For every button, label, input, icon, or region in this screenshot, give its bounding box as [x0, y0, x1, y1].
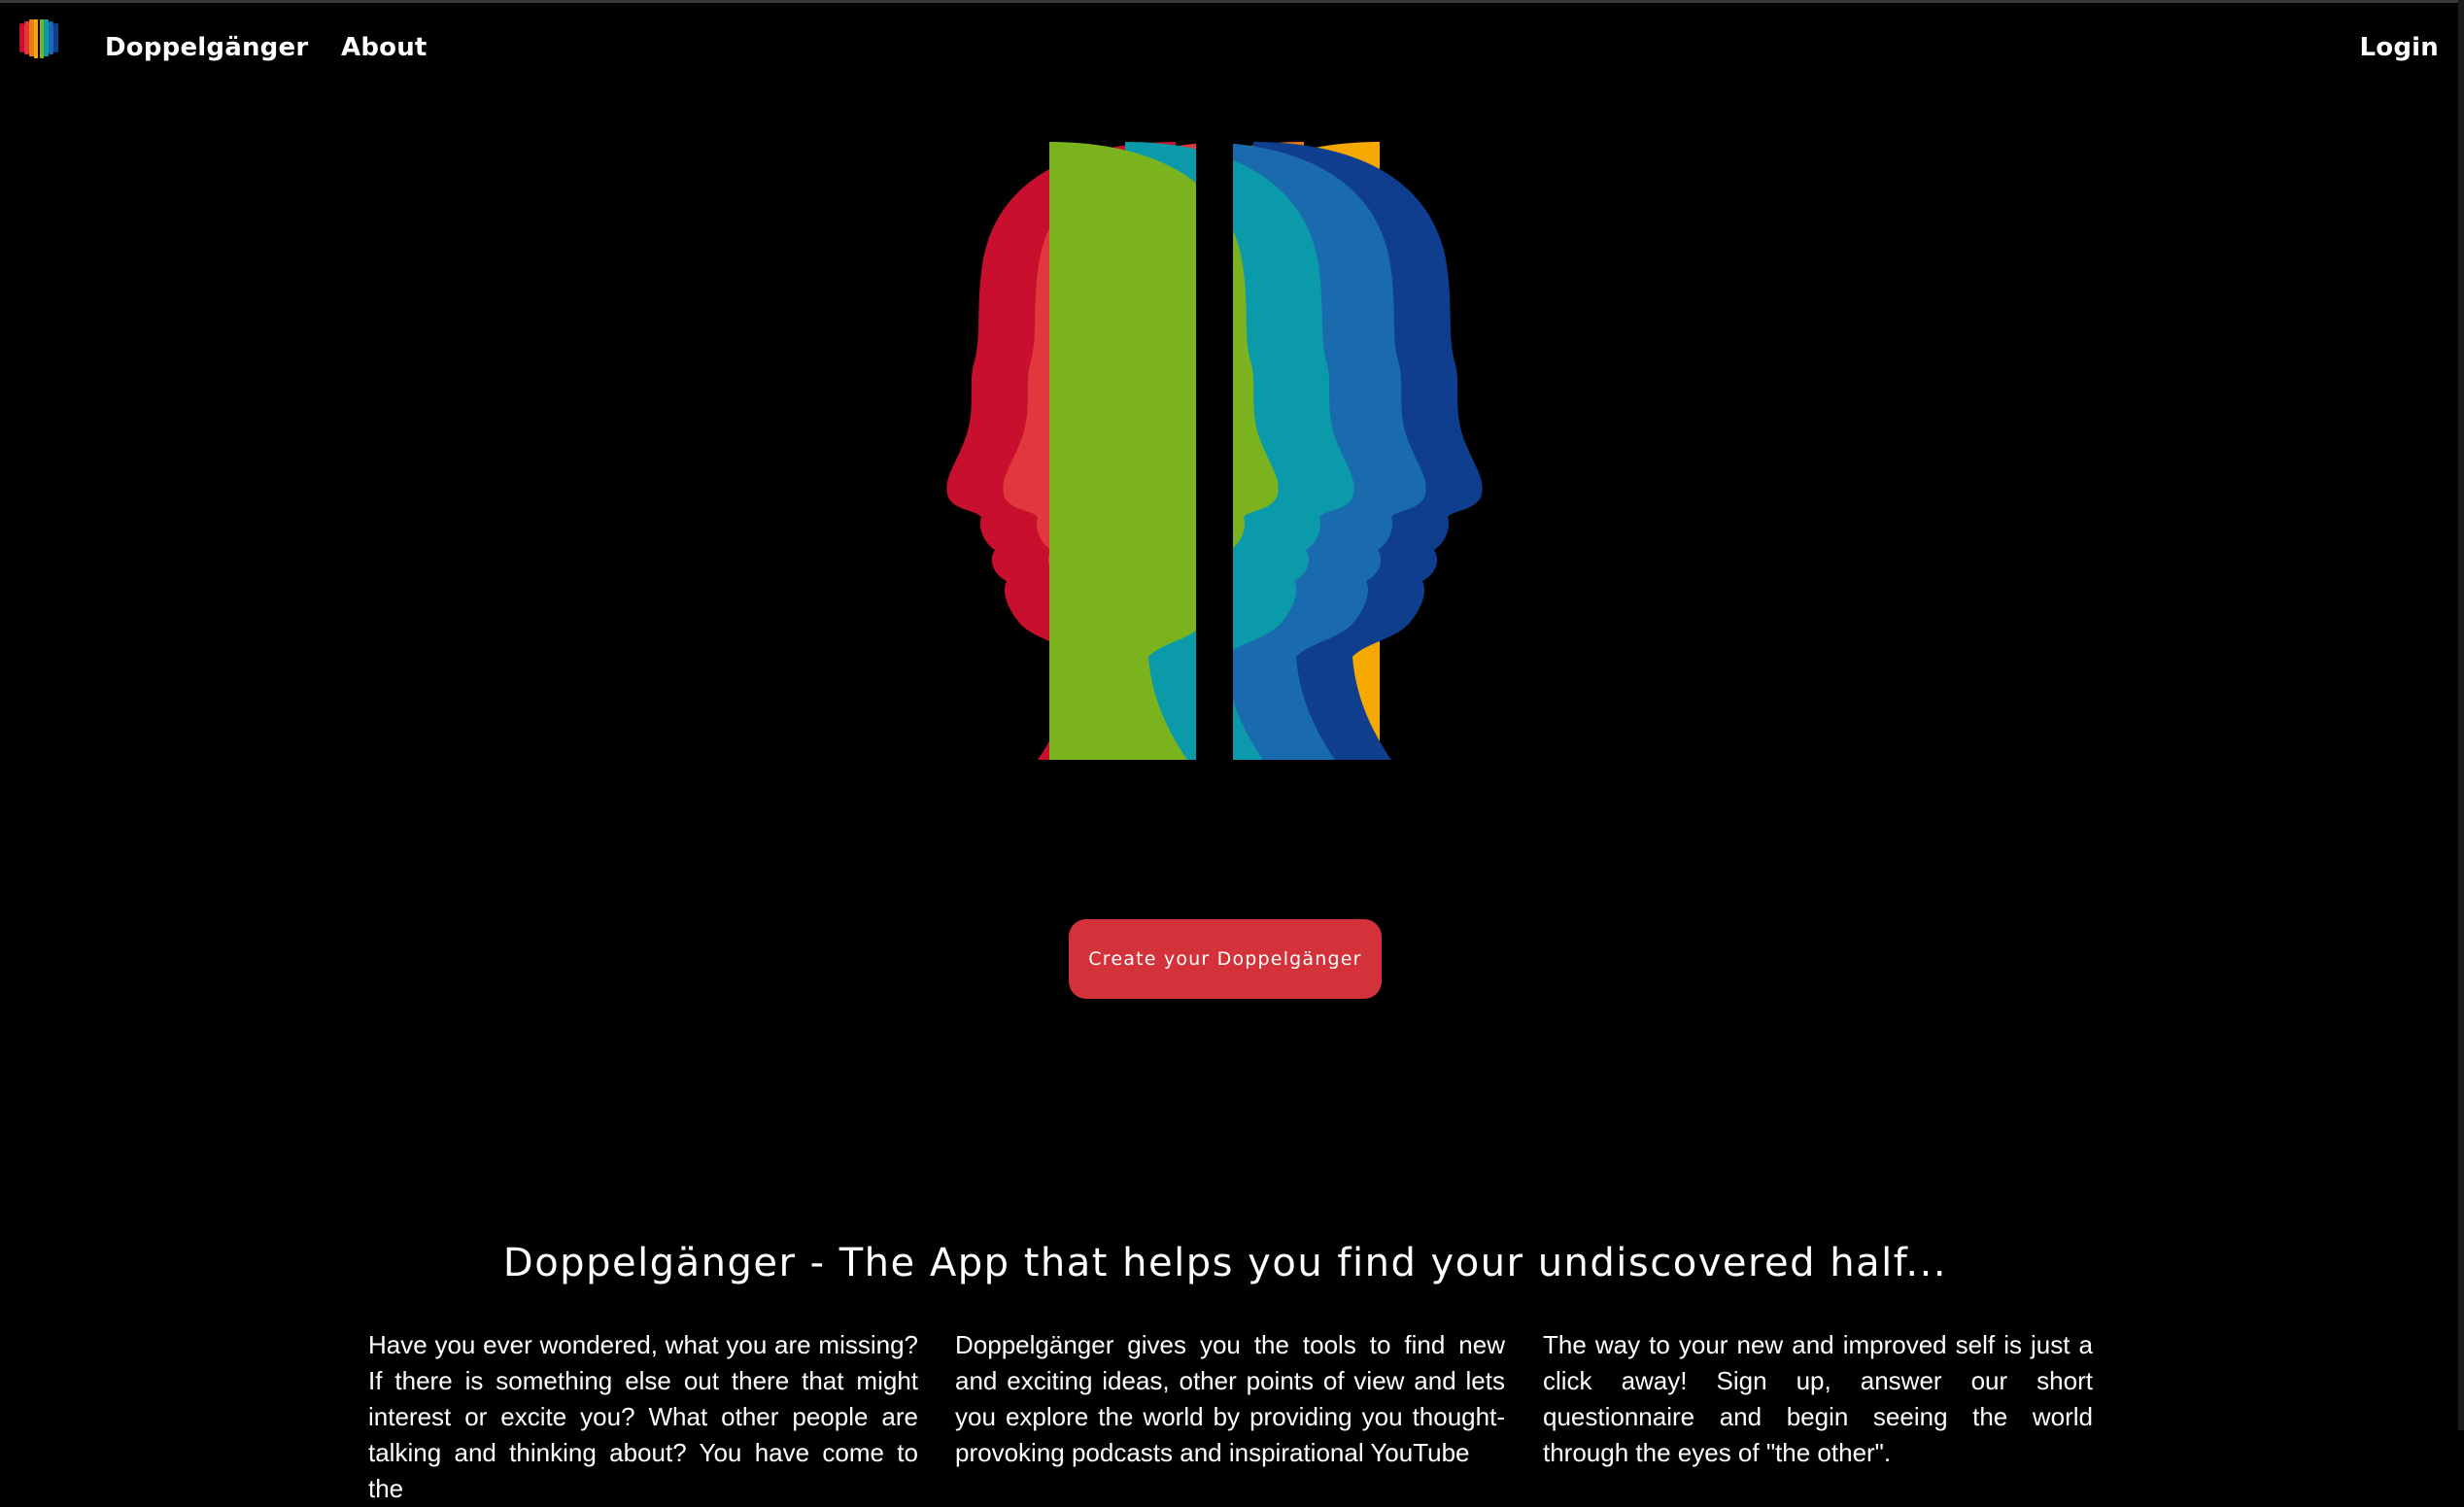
right-head-silhouettes: [1049, 142, 1483, 760]
rainbow-heads-logo-icon[interactable]: [17, 17, 60, 64]
nav-brand-link[interactable]: Doppelgänger: [105, 33, 308, 62]
intro-paragraph-2: Doppelgänger gives you the tools to find…: [955, 1330, 1505, 1467]
intro-paragraph-3: The way to your new and improved self is…: [1543, 1330, 2093, 1467]
nav-login-link[interactable]: Login: [2360, 33, 2439, 62]
navbar: Doppelgänger About Login: [0, 0, 2464, 107]
center-gap: [1196, 136, 1233, 768]
hero-twin-heads-image: [946, 136, 1483, 768]
page-headline: Doppelgänger - The App that helps you fi…: [502, 1240, 1948, 1285]
intro-paragraph-1: Have you ever wondered, what you are mis…: [368, 1330, 918, 1503]
create-doppelganger-button[interactable]: Create your Doppelgänger: [1069, 919, 1382, 999]
nav-about-link[interactable]: About: [341, 33, 428, 62]
page-scrollbar[interactable]: [2458, 0, 2464, 1430]
